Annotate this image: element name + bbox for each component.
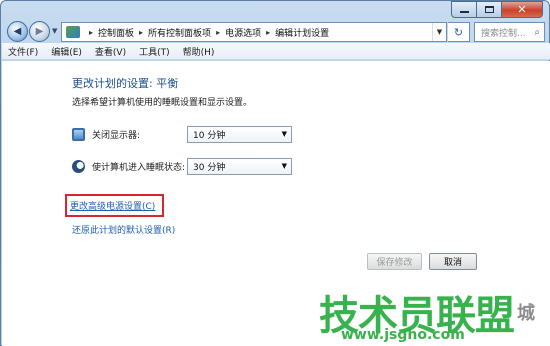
close-icon: ✕ — [517, 3, 527, 16]
back-arrow-icon: ◀ — [13, 26, 22, 37]
sleep-value: 30 分钟 — [193, 162, 226, 173]
display-off-label: 关闭显示器: — [92, 130, 141, 141]
maximize-button[interactable] — [476, 1, 501, 18]
menu-view[interactable]: 查看(V) — [95, 45, 126, 58]
address-bar[interactable]: ▸ 控制面板 ▸ 所有控制面板项 ▸ 电源选项 ▸ 编辑计划设置 ▼ — [61, 22, 447, 42]
navigation-row: ◀ ▶ ▼ ▸ 控制面板 ▸ 所有控制面板项 ▸ 电源选项 ▸ 编辑计划设置 ▼… — [5, 21, 545, 43]
sleep-label: 使计算机进入睡眠状态: — [92, 162, 186, 173]
refresh-button[interactable]: ↻ — [448, 22, 470, 42]
watermark-side-text: 城 — [517, 303, 535, 324]
recent-pages-dropdown-icon[interactable]: ▼ — [52, 27, 57, 35]
back-button[interactable]: ◀ — [7, 21, 28, 42]
search-input[interactable]: 搜索控制... ⌕ — [474, 22, 545, 42]
display-off-setting: 关闭显示器: 10 分钟 ▼ — [72, 125, 302, 143]
refresh-icon: ↻ — [453, 25, 464, 39]
sleep-select[interactable]: 30 分钟 ▼ — [187, 157, 292, 175]
breadcrumb-control-panel[interactable]: 控制面板 — [98, 26, 134, 39]
control-panel-window: ✕ ◀ ▶ ▼ ▸ 控制面板 ▸ 所有控制面板项 ▸ 电源选项 ▸ 编辑计划设置… — [0, 0, 550, 346]
close-button[interactable]: ✕ — [501, 1, 543, 18]
menu-file[interactable]: 文件(F) — [8, 45, 38, 58]
restore-defaults-link[interactable]: 还原此计划的默认设置(R) — [72, 223, 175, 236]
sleep-setting: 使计算机进入睡眠状态: 30 分钟 ▼ — [72, 157, 302, 175]
site-watermark: 技术员联盟 城 www.jsgho.com — [319, 283, 550, 346]
breadcrumb: ▸ 控制面板 ▸ 所有控制面板项 ▸ 电源选项 ▸ 编辑计划设置 — [84, 26, 329, 39]
menu-help[interactable]: 帮助(H) — [183, 45, 215, 58]
cancel-button[interactable]: 取消 — [429, 253, 477, 270]
minimize-button[interactable] — [451, 1, 476, 18]
chevron-down-icon: ▼ — [281, 129, 287, 138]
breadcrumb-separator-icon[interactable]: ▸ — [216, 28, 220, 37]
breadcrumb-separator-icon[interactable]: ▸ — [89, 28, 93, 37]
minimize-icon — [459, 11, 469, 13]
display-off-select[interactable]: 10 分钟 ▼ — [187, 125, 292, 143]
breadcrumb-power-options[interactable]: 电源选项 — [225, 26, 261, 39]
forward-arrow-icon: ▶ — [35, 26, 44, 37]
page-description: 选择希望计算机使用的睡眠设置和显示设置。 — [72, 98, 253, 108]
moon-icon — [72, 159, 85, 173]
control-panel-icon — [66, 26, 80, 38]
monitor-icon — [72, 127, 85, 141]
search-placeholder: 搜索控制... — [481, 28, 526, 39]
breadcrumb-edit-plan[interactable]: 编辑计划设置 — [275, 26, 329, 39]
address-dropdown-icon[interactable]: ▼ — [432, 23, 446, 41]
search-icon[interactable]: ⌕ — [534, 27, 540, 38]
page-title: 更改计划的设置: 平衡 — [72, 77, 179, 90]
breadcrumb-all-items[interactable]: 所有控制面板项 — [148, 26, 211, 39]
watermark-url: www.jsgho.com — [341, 327, 465, 343]
menu-bar: 文件(F) 编辑(E) 查看(V) 工具(T) 帮助(H) — [2, 43, 550, 60]
forward-button[interactable]: ▶ — [29, 21, 50, 42]
maximize-icon — [484, 6, 494, 13]
display-off-value: 10 分钟 — [193, 130, 226, 141]
breadcrumb-separator-icon[interactable]: ▸ — [139, 28, 143, 37]
window-controls: ✕ — [451, 1, 543, 18]
save-changes-button[interactable]: 保存修改 — [367, 253, 422, 270]
menu-tools[interactable]: 工具(T) — [139, 45, 170, 58]
chevron-down-icon: ▼ — [281, 161, 287, 170]
menu-edit[interactable]: 编辑(E) — [51, 45, 82, 58]
advanced-power-settings-link[interactable]: 更改高级电源设置(C) — [64, 194, 165, 217]
breadcrumb-separator-icon[interactable]: ▸ — [266, 28, 270, 37]
